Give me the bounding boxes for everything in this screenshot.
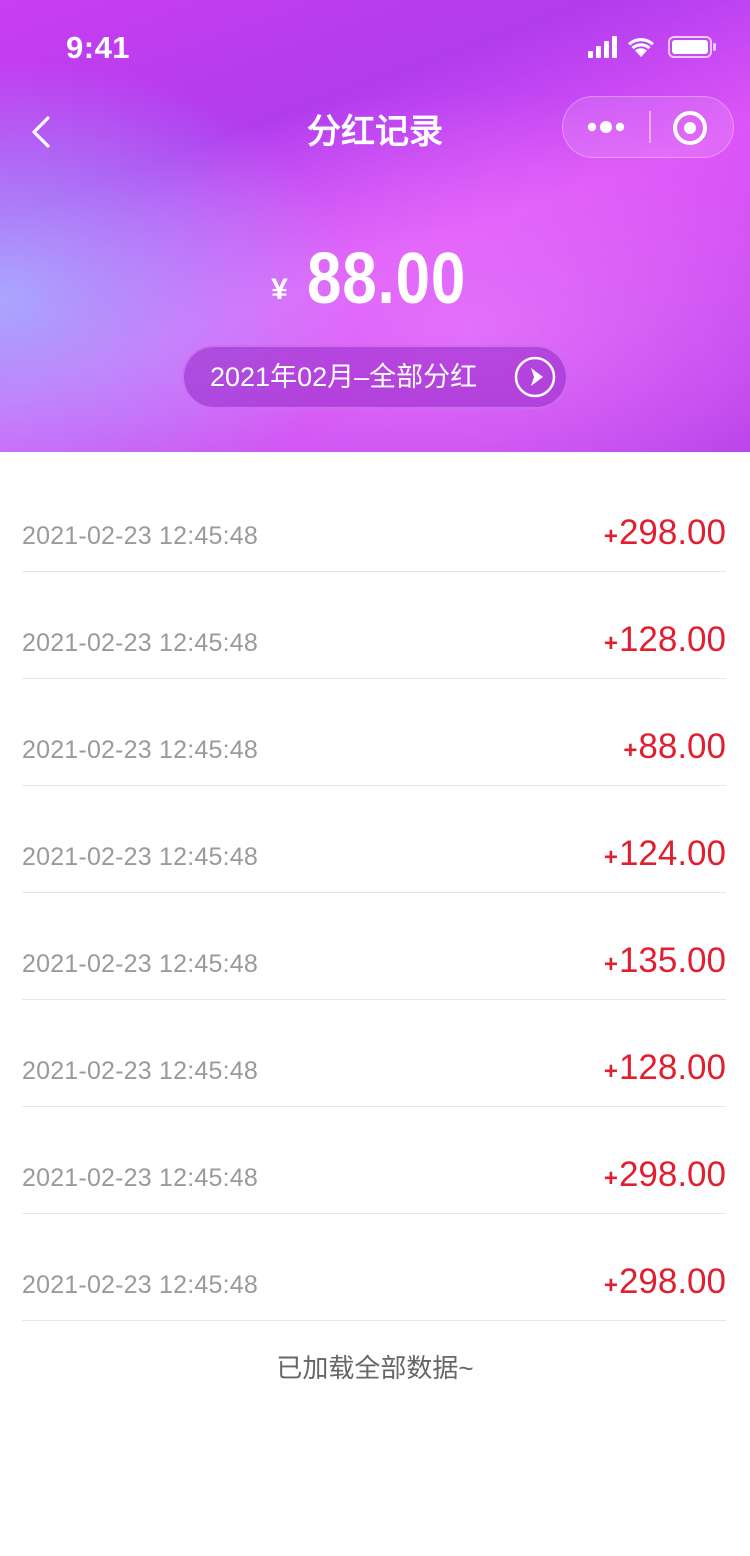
- amount-value: 124.00: [618, 834, 726, 873]
- wifi-icon: [628, 38, 654, 57]
- list-item: 2021-02-23 12:45:48 +298.00: [22, 1214, 726, 1321]
- amount-sign: +: [603, 1058, 618, 1085]
- total-amount-value: 88.00: [306, 239, 466, 319]
- record-amount: +298.00: [604, 1155, 726, 1195]
- record-amount: +128.00: [604, 1048, 726, 1088]
- load-complete-note: 已加载全部数据~: [276, 1353, 474, 1383]
- record-amount: +128.00: [604, 620, 726, 660]
- record-amount: +88.00: [623, 727, 726, 767]
- amount-value: 128.00: [618, 1048, 726, 1087]
- amount-value: 298.00: [618, 513, 726, 552]
- record-amount: +135.00: [604, 941, 726, 981]
- header-banner: 9:41 分红记录 ¥ 88.00 2021年02月–全部分红: [0, 0, 750, 452]
- chevron-left-icon[interactable]: [22, 110, 66, 154]
- amount-sign: +: [603, 951, 618, 978]
- play-arrow-circle-icon: [514, 356, 556, 398]
- cellular-signal-icon: [588, 36, 617, 58]
- period-selector[interactable]: 2021年02月–全部分红: [182, 345, 568, 409]
- target-circle-icon[interactable]: [671, 109, 709, 147]
- amount-value: 135.00: [618, 941, 726, 980]
- record-amount: +124.00: [604, 834, 726, 874]
- record-amount: +298.00: [604, 513, 726, 553]
- record-time: 2021-02-23 12:45:48: [22, 629, 258, 657]
- record-time: 2021-02-23 12:45:48: [22, 1164, 258, 1192]
- amount-value: 88.00: [638, 727, 726, 766]
- total-amount: ¥88.00: [0, 238, 750, 320]
- amount-value: 298.00: [618, 1155, 726, 1194]
- record-time: 2021-02-23 12:45:48: [22, 950, 258, 978]
- record-time: 2021-02-23 12:45:48: [22, 843, 258, 871]
- amount-value: 128.00: [618, 620, 726, 659]
- amount-sign: +: [603, 1165, 618, 1192]
- amount-value: 298.00: [618, 1262, 726, 1301]
- status-icons: [588, 36, 716, 58]
- nav-bar: 分红记录: [0, 88, 750, 176]
- record-amount: +298.00: [604, 1262, 726, 1302]
- record-time: 2021-02-23 12:45:48: [22, 1271, 258, 1299]
- dividend-record-list: 2021-02-23 12:45:48 +298.00 2021-02-23 1…: [22, 452, 726, 1321]
- more-dots-icon[interactable]: [585, 111, 627, 143]
- list-item: 2021-02-23 12:45:48 +124.00: [22, 786, 726, 893]
- status-time: 9:41: [66, 30, 131, 65]
- capsule-divider: [649, 111, 651, 143]
- amount-sign: +: [603, 630, 618, 657]
- status-bar: 9:41: [0, 0, 750, 88]
- mini-program-capsule: [562, 96, 734, 158]
- record-time: 2021-02-23 12:45:48: [22, 736, 258, 764]
- amount-sign: +: [603, 1272, 618, 1299]
- record-time: 2021-02-23 12:45:48: [22, 1057, 258, 1085]
- battery-icon: [668, 36, 716, 58]
- list-item: 2021-02-23 12:45:48 +298.00: [22, 1107, 726, 1214]
- amount-sign: +: [603, 523, 618, 550]
- list-item: 2021-02-23 12:45:48 +135.00: [22, 893, 726, 1000]
- list-item: 2021-02-23 12:45:48 +88.00: [22, 679, 726, 786]
- currency-symbol: ¥: [271, 273, 288, 306]
- amount-sign: +: [603, 844, 618, 871]
- list-item: 2021-02-23 12:45:48 +128.00: [22, 1000, 726, 1107]
- record-time: 2021-02-23 12:45:48: [22, 522, 258, 550]
- amount-sign: +: [623, 737, 638, 764]
- period-label: 2021年02月–全部分红: [210, 362, 478, 392]
- list-item: 2021-02-23 12:45:48 +128.00: [22, 572, 726, 679]
- list-item: 2021-02-23 12:45:48 +298.00: [22, 452, 726, 572]
